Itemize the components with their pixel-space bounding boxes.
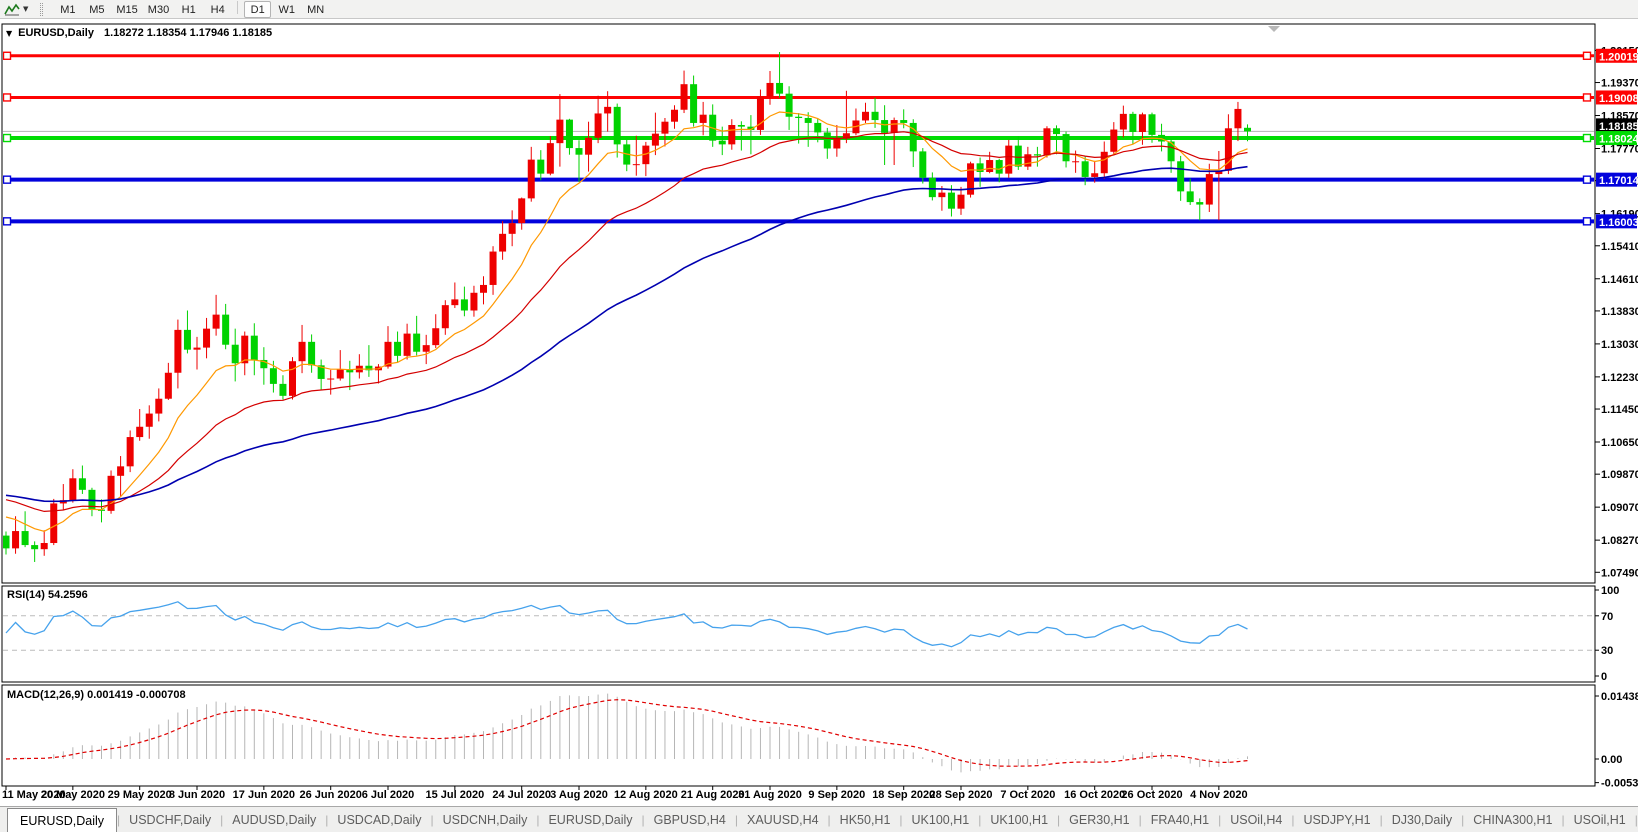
chart-tab-usoil-h4[interactable]: USOil,H4 bbox=[1221, 807, 1291, 832]
pane-border bbox=[2, 586, 1595, 682]
line-handle[interactable] bbox=[1584, 218, 1591, 225]
svg-text:1.10650: 1.10650 bbox=[1601, 437, 1638, 449]
chart-tab-dj30-daily[interactable]: DJ30,Daily bbox=[1383, 807, 1461, 832]
rsi-indicator-label: RSI(14) 54.2596 bbox=[7, 589, 88, 601]
svg-text:100: 100 bbox=[1601, 585, 1619, 597]
line-handle[interactable] bbox=[1584, 52, 1591, 59]
svg-text:1.20019: 1.20019 bbox=[1599, 51, 1638, 63]
line-handle[interactable] bbox=[1584, 135, 1591, 142]
date-tick-label: 17 Jun 2020 bbox=[233, 789, 295, 801]
date-tick-label: 8 Jun 2020 bbox=[169, 789, 225, 801]
date-tick-label: 26 Jun 2020 bbox=[300, 789, 362, 801]
chart-tab-uk100-h1[interactable]: UK100,H1 bbox=[981, 807, 1057, 832]
date-tick-label: 6 Jul 2020 bbox=[362, 789, 415, 801]
price-chart[interactable]: 1.201501.193701.185701.177701.169901.161… bbox=[0, 0, 1638, 806]
chart-ohlc-values: 1.18272 1.18354 1.17946 1.18185 bbox=[104, 27, 272, 39]
chart-tab-audusd-daily[interactable]: AUDUSD,Daily bbox=[223, 807, 325, 832]
line-handle[interactable] bbox=[1584, 176, 1591, 183]
date-tick-label: 26 Oct 2020 bbox=[1121, 789, 1182, 801]
chart-tab-usdchf-daily[interactable]: USDCHF,Daily bbox=[120, 807, 220, 832]
svg-text:1.09070: 1.09070 bbox=[1601, 502, 1638, 514]
date-tick-label: 29 May 2020 bbox=[108, 789, 172, 801]
chart-tab-hk50-h1[interactable]: HK50,H1 bbox=[831, 807, 900, 832]
svg-text:1.12230: 1.12230 bbox=[1601, 372, 1638, 384]
price-axis[interactable]: 1.201501.193701.185701.177701.169901.161… bbox=[1595, 45, 1638, 789]
chart-title: ▼ EURUSD,Daily 1.18272 1.18354 1.17946 1… bbox=[6, 27, 272, 39]
svg-text:0.014384: 0.014384 bbox=[1601, 691, 1638, 703]
chart-symbol: EURUSD,Daily bbox=[18, 27, 94, 39]
date-tick-label: 20 May 2020 bbox=[41, 789, 105, 801]
date-tick-label: 15 Jul 2020 bbox=[425, 789, 484, 801]
date-tick-label: 12 Aug 2020 bbox=[614, 789, 678, 801]
date-tick-label: 4 Nov 2020 bbox=[1190, 789, 1247, 801]
date-tick-label: 16 Oct 2020 bbox=[1064, 789, 1125, 801]
svg-text:0: 0 bbox=[1601, 671, 1607, 683]
date-tick-label: 24 Jul 2020 bbox=[492, 789, 551, 801]
tab-separator: | bbox=[1635, 807, 1638, 832]
svg-text:1.07490: 1.07490 bbox=[1601, 567, 1638, 579]
date-tick-label: 7 Oct 2020 bbox=[1000, 789, 1055, 801]
svg-text:1.08270: 1.08270 bbox=[1601, 535, 1638, 547]
chart-tab-fra40-h1[interactable]: FRA40,H1 bbox=[1142, 807, 1218, 832]
date-tick-label: 31 Aug 2020 bbox=[738, 789, 802, 801]
one-click-menu-icon[interactable]: ▼ bbox=[6, 29, 12, 38]
line-handle[interactable] bbox=[4, 176, 11, 183]
chart-tab-ger30-h1[interactable]: GER30,H1 bbox=[1060, 807, 1138, 832]
time-axis[interactable]: 11 May 202020 May 202029 May 20208 Jun 2… bbox=[2, 786, 1248, 801]
svg-text:1.19370: 1.19370 bbox=[1601, 78, 1638, 90]
svg-text:70: 70 bbox=[1601, 611, 1613, 623]
pane-border bbox=[2, 24, 1595, 583]
chart-tabs-bar: EURUSD,Daily|USDCHF,Daily|AUDUSD,Daily|U… bbox=[0, 806, 1638, 832]
svg-text:1.16003: 1.16003 bbox=[1599, 217, 1638, 229]
chart-tab-xauusd-h4[interactable]: XAUUSD,H4 bbox=[738, 807, 828, 832]
svg-text:1.11450: 1.11450 bbox=[1601, 404, 1638, 416]
chart-tab-usoil-h1[interactable]: USOil,H1 bbox=[1565, 807, 1635, 832]
svg-text:1.13030: 1.13030 bbox=[1601, 339, 1638, 351]
svg-text:1.19008: 1.19008 bbox=[1599, 93, 1638, 105]
line-handle[interactable] bbox=[1584, 94, 1591, 101]
date-tick-label: 3 Aug 2020 bbox=[550, 789, 608, 801]
date-tick-label: 21 Aug 2020 bbox=[681, 789, 745, 801]
chart-tab-eurusd-daily[interactable]: EURUSD,Daily bbox=[7, 808, 117, 832]
chart-tab-gbpusd-h4[interactable]: GBPUSD,H4 bbox=[645, 807, 735, 832]
chart-tab-eurusd-daily[interactable]: EURUSD,Daily bbox=[539, 807, 641, 832]
chart-tab-uk100-h1[interactable]: UK100,H1 bbox=[903, 807, 979, 832]
svg-text:-0.005396: -0.005396 bbox=[1601, 778, 1638, 790]
svg-text:1.17014: 1.17014 bbox=[1599, 175, 1638, 187]
chart-tab-usdcad-daily[interactable]: USDCAD,Daily bbox=[328, 807, 430, 832]
svg-text:1.15410: 1.15410 bbox=[1601, 241, 1638, 253]
svg-text:1.14610: 1.14610 bbox=[1601, 274, 1638, 286]
line-handle[interactable] bbox=[4, 52, 11, 59]
svg-text:1.13830: 1.13830 bbox=[1601, 306, 1638, 318]
line-handle[interactable] bbox=[4, 135, 11, 142]
svg-text:1.18024: 1.18024 bbox=[1599, 134, 1638, 146]
line-handle[interactable] bbox=[4, 218, 11, 225]
macd-indicator-label: MACD(12,26,9) 0.001419 -0.000708 bbox=[7, 689, 186, 701]
chart-tab-china300-h1[interactable]: CHINA300,H1 bbox=[1464, 807, 1561, 832]
date-tick-label: 28 Sep 2020 bbox=[930, 789, 993, 801]
svg-text:1.09870: 1.09870 bbox=[1601, 469, 1638, 481]
line-handle[interactable] bbox=[4, 94, 11, 101]
svg-text:0.00: 0.00 bbox=[1601, 754, 1622, 766]
date-tick-label: 9 Sep 2020 bbox=[808, 789, 865, 801]
chart-tab-usdjpy-h1[interactable]: USDJPY,H1 bbox=[1294, 807, 1379, 832]
date-tick-label: 18 Sep 2020 bbox=[872, 789, 935, 801]
chart-tab-usdcnh-daily[interactable]: USDCNH,Daily bbox=[434, 807, 537, 832]
svg-text:30: 30 bbox=[1601, 645, 1613, 657]
mt4-window: ▼ M1M5M15M30H1H4D1W1MN 1.201501.193701.1… bbox=[0, 0, 1638, 832]
